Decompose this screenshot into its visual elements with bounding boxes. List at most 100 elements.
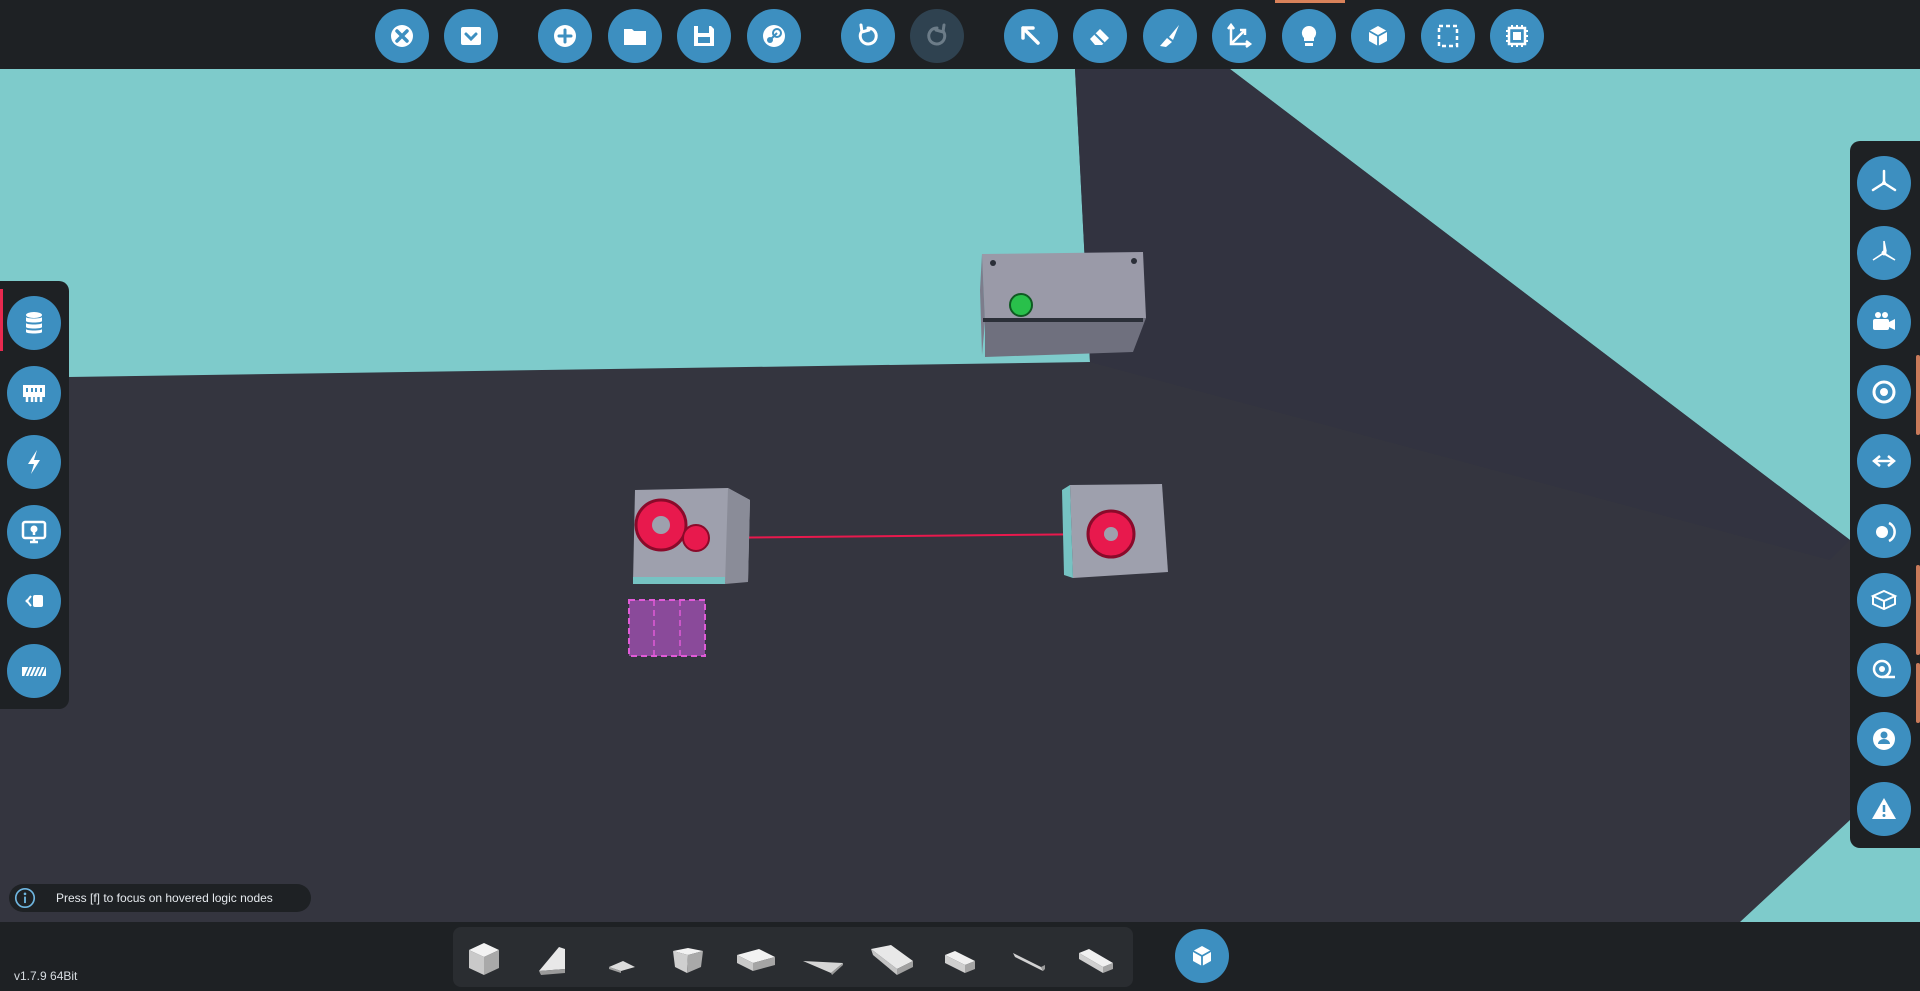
bottom-block-bar (0, 922, 1920, 991)
component-block-indicator[interactable] (980, 252, 1146, 357)
active-tool-indicator (1275, 0, 1345, 3)
block-slot-large-slab[interactable] (861, 933, 923, 985)
category-power-button[interactable] (7, 435, 61, 489)
flat-wedge-block-icon (609, 961, 635, 973)
cube-block-icon (469, 943, 499, 975)
warning-icon (1872, 798, 1896, 819)
steam-button[interactable] (747, 9, 801, 63)
selection-ghost-block[interactable] (628, 599, 706, 657)
keyboard-icon (23, 385, 45, 402)
folder-icon (624, 29, 646, 45)
hint-bar: Press [f] to focus on hovered logic node… (9, 884, 311, 912)
version-label: v1.7.9 64Bit (14, 969, 78, 983)
block-slot-cube[interactable] (453, 933, 515, 985)
fan-button[interactable] (1857, 156, 1911, 210)
close-icon (391, 25, 413, 47)
logic-blocks-icon (1192, 946, 1212, 966)
collapse-icon (461, 27, 481, 45)
select-area-button[interactable] (1421, 9, 1475, 63)
collapse-button[interactable] (444, 9, 498, 63)
fan-alt-button[interactable] (1857, 226, 1911, 280)
eraser-tool-button[interactable] (1073, 9, 1127, 63)
save-icon (694, 26, 714, 46)
hatched-bar-icon (22, 666, 46, 677)
3d-viewport[interactable] (0, 0, 1920, 991)
select-tool-button[interactable] (1004, 9, 1058, 63)
logic-block-right[interactable] (1062, 484, 1168, 578)
category-input-button[interactable] (7, 366, 61, 420)
thin-sliver-block-icon (1013, 953, 1045, 971)
hint-text: Press [f] to focus on hovered logic node… (56, 891, 273, 905)
chip-button[interactable] (1490, 9, 1544, 63)
info-icon (12, 885, 38, 911)
panel-scroll-marker (1916, 565, 1920, 655)
category-misc-button[interactable] (7, 644, 61, 698)
block-slot-small-slab[interactable] (929, 933, 991, 985)
active-node-indicator (1009, 293, 1033, 317)
logic-node-input (682, 524, 710, 552)
new-button[interactable] (538, 9, 592, 63)
undo-button[interactable] (841, 9, 895, 63)
save-button[interactable] (677, 9, 731, 63)
block-slot-wedge[interactable] (521, 933, 583, 985)
panel-scroll-marker (1916, 663, 1920, 723)
block-slot-long-slab[interactable] (1065, 933, 1127, 985)
block-slot-flat-wedge[interactable] (589, 933, 651, 985)
move-tool-button[interactable] (1212, 9, 1266, 63)
eraser-icon (1090, 29, 1109, 45)
cube-outline-icon (1870, 589, 1898, 611)
orbit-icon (1876, 521, 1896, 543)
redo-button[interactable] (910, 9, 964, 63)
select-cursor-icon (1021, 26, 1040, 45)
speaker-icon (25, 595, 43, 607)
wide-slab-block-icon (737, 949, 775, 971)
arrows-exchange-icon (1872, 455, 1896, 467)
block-slot-wide-slab[interactable] (725, 933, 787, 985)
player-button[interactable] (1857, 712, 1911, 766)
redo-icon (927, 23, 947, 46)
left-category-panel (0, 281, 69, 709)
light-bulb-icon (1301, 25, 1317, 46)
target-icon (1872, 380, 1896, 404)
measuring-tape-icon (1872, 659, 1895, 679)
category-display-button[interactable] (7, 505, 61, 559)
warning-button[interactable] (1857, 782, 1911, 836)
person-circle-icon (1873, 728, 1895, 750)
monitor-icon (21, 520, 47, 544)
paint-tool-button[interactable] (1143, 9, 1197, 63)
half-cube-block-icon (673, 948, 703, 973)
category-storage-button[interactable] (7, 296, 61, 350)
close-button[interactable] (375, 9, 429, 63)
arrows-exchange-button[interactable] (1857, 434, 1911, 488)
small-slab-block-icon (945, 951, 975, 973)
lightning-icon (28, 450, 40, 474)
chip-icon (1506, 25, 1528, 47)
fan-alt-icon (1872, 240, 1896, 261)
cube-outline-button[interactable] (1857, 573, 1911, 627)
measure-button[interactable] (1857, 643, 1911, 697)
block-slot-half-cube[interactable] (657, 933, 719, 985)
open-button[interactable] (608, 9, 662, 63)
fan-icon (1871, 169, 1897, 192)
move-axes-icon (1227, 22, 1253, 48)
block-slot-thin-sliver[interactable] (997, 933, 1059, 985)
logic-blocks-icon (1368, 26, 1388, 46)
selection-box-icon (1437, 24, 1459, 48)
logic-blocks-mode-button[interactable] (1175, 929, 1229, 983)
block-hotbar (453, 927, 1133, 987)
category-sound-button[interactable] (7, 574, 61, 628)
camera-button[interactable] (1857, 295, 1911, 349)
logic-block-left[interactable] (633, 488, 750, 584)
long-slab-block-icon (1079, 949, 1113, 973)
camera-icon (1873, 312, 1895, 330)
undo-icon (858, 23, 878, 46)
orbit-button[interactable] (1857, 504, 1911, 558)
target-button[interactable] (1857, 365, 1911, 419)
logic-blocks-button[interactable] (1351, 9, 1405, 63)
logic-tool-button[interactable] (1282, 9, 1336, 63)
block-slot-thin-wedge[interactable] (793, 933, 855, 985)
add-circle-icon (554, 25, 576, 47)
database-icon (26, 312, 42, 334)
active-category-accent (0, 289, 3, 351)
paint-brush-icon (1160, 25, 1179, 47)
